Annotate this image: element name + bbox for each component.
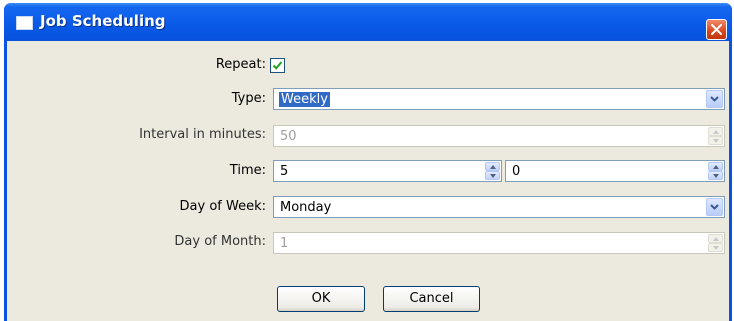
arrow-down-icon [713,246,719,250]
chevron-down-icon [710,204,719,210]
hour-decrement-button[interactable] [485,171,500,180]
interval-value: 50 [280,129,297,144]
repeat-checkbox[interactable] [270,58,285,73]
day-of-week-dropdown[interactable]: Monday [273,196,725,218]
day-of-week-dropdown-button[interactable] [706,198,723,216]
window-title: Job Scheduling [40,12,166,30]
close-icon [711,24,722,35]
type-value: Weekly [279,92,330,107]
dialog-window: Job Scheduling Repeat: Type: Weekly Inte… [4,3,732,321]
day-of-week-label: Day of Week: [179,199,266,214]
day-of-month-label: Day of Month: [174,234,266,249]
hour-spin-buttons[interactable] [485,162,500,180]
close-button[interactable] [706,19,727,40]
title-bar[interactable]: Job Scheduling [4,3,732,41]
window-icon [16,16,33,30]
minute-decrement-button[interactable] [708,171,723,180]
ok-button[interactable]: OK [277,286,365,312]
cancel-button[interactable]: Cancel [383,286,480,312]
arrow-down-icon [490,174,496,178]
arrow-down-icon [713,174,719,178]
interval-spinner[interactable]: 50 [273,125,725,147]
arrow-up-icon [713,165,719,169]
arrow-up-icon [713,130,719,134]
day-of-week-value: Monday [280,200,332,215]
arrow-up-icon [713,237,719,241]
minute-spin-buttons[interactable] [708,162,723,180]
time-minute-spinner[interactable]: 0 [505,160,725,182]
type-label: Type: [231,91,266,106]
arrow-down-icon [713,139,719,143]
repeat-label: Repeat: [215,57,266,72]
chevron-down-icon [710,96,719,102]
day-of-month-value: 1 [280,236,289,251]
day-of-month-decrement-button[interactable] [708,243,723,252]
interval-increment-button[interactable] [708,127,723,136]
time-hour-value: 5 [280,164,289,179]
day-of-month-spinner[interactable]: 1 [273,232,725,254]
day-of-month-increment-button[interactable] [708,234,723,243]
interval-label: Interval in minutes: [139,127,266,142]
type-dropdown-button[interactable] [706,90,723,108]
interval-decrement-button[interactable] [708,136,723,145]
checkmark-icon [272,61,283,70]
dialog-body: Repeat: Type: Weekly Interval in minutes… [7,41,729,321]
hour-increment-button[interactable] [485,162,500,171]
time-hour-spinner[interactable]: 5 [273,160,502,182]
interval-spin-buttons[interactable] [708,127,723,145]
time-minute-value: 0 [512,164,521,179]
type-dropdown[interactable]: Weekly [273,88,725,110]
day-of-month-spin-buttons[interactable] [708,234,723,252]
minute-increment-button[interactable] [708,162,723,171]
arrow-up-icon [490,165,496,169]
time-label: Time: [229,163,266,178]
